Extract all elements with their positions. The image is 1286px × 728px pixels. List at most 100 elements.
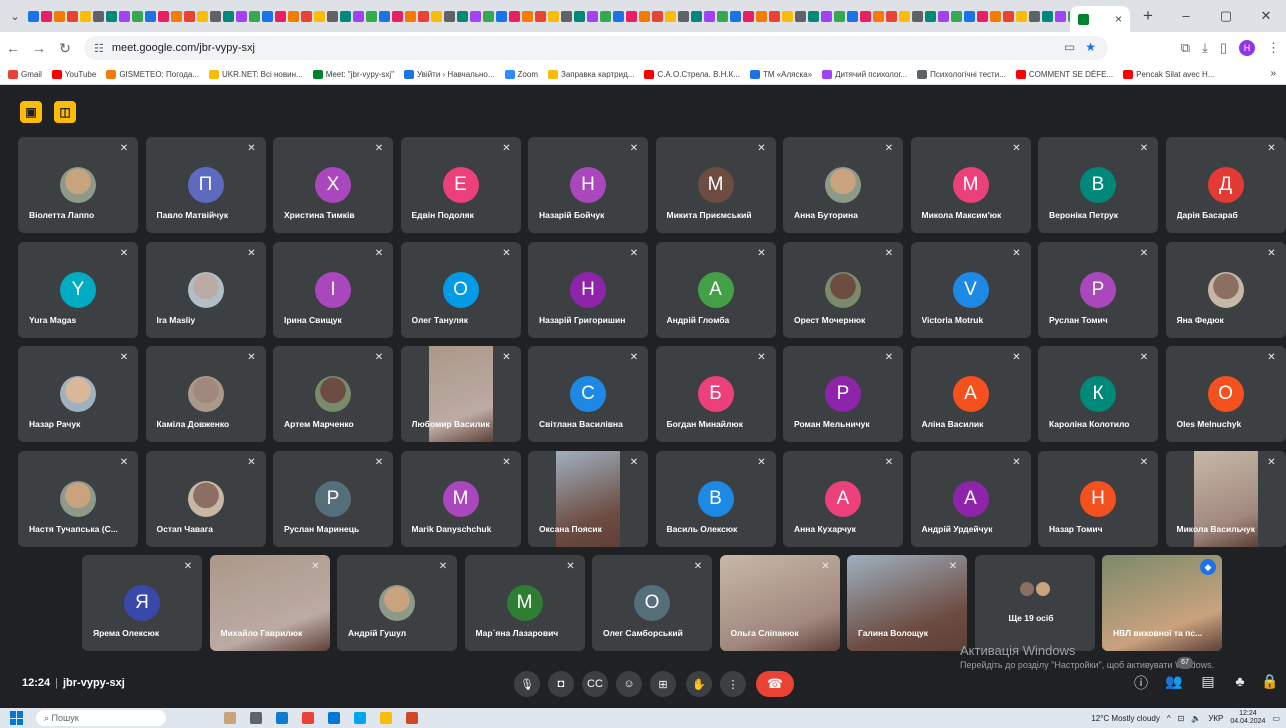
pinned-tab-favicon-icon[interactable] (54, 10, 65, 22)
pinned-tab-favicon-icon[interactable] (613, 10, 624, 22)
network-icon[interactable]: ⊡ (1178, 714, 1185, 723)
address-bar[interactable]: ☷ meet.google.com/jbr-vypy-sxj ▭ ★ (84, 36, 1108, 60)
participant-tile[interactable]: А ✕ Аліна Василик (910, 346, 1031, 442)
download-icon[interactable]: ⤓ (1202, 40, 1208, 56)
volume-icon[interactable]: 🔈 (1191, 714, 1201, 723)
taskbar-search[interactable]: ⌕ Пошук (36, 710, 166, 726)
app-icon[interactable] (328, 712, 340, 724)
participant-tile[interactable]: ✕ Ira Masliy (145, 241, 266, 338)
pinned-tab-favicon-icon[interactable] (873, 10, 884, 22)
bookmark-item[interactable]: GISMETEO: Погода... (106, 69, 199, 79)
pinned-tab-favicon-icon[interactable] (704, 10, 715, 22)
extensions-icon[interactable]: ⧉ (1181, 40, 1190, 56)
pinned-tab-favicon-icon[interactable] (67, 10, 78, 22)
active-tab[interactable]: × (1070, 6, 1130, 32)
bookmark-item[interactable]: С.А.О.Стрела. В.Н.К... (644, 69, 740, 79)
pinned-tab-favicon-icon[interactable] (496, 10, 507, 22)
pinned-tab-favicon-icon[interactable] (977, 10, 988, 22)
clock[interactable]: 12:24 04.04.2024 (1230, 710, 1265, 726)
companion-mode-icon[interactable]: ◫ (54, 101, 76, 123)
participant-tile[interactable]: ✕ Артем Марченко (273, 346, 393, 442)
pinned-tab-favicon-icon[interactable] (938, 10, 949, 22)
pinned-tab-favicon-icon[interactable] (912, 10, 923, 22)
windows-start-icon[interactable] (10, 711, 24, 725)
participant-tile[interactable]: ✕ Віолетта Лаппо (18, 137, 138, 233)
pinned-tab-favicon-icon[interactable] (262, 10, 273, 22)
pinned-tab-favicon-icon[interactable] (327, 10, 338, 22)
tray-overflow-icon[interactable]: ^ (1167, 714, 1171, 723)
participant-tile[interactable]: ✕ Оксана Поясик (528, 450, 648, 547)
more-options-button[interactable]: ⋮ (720, 671, 746, 697)
profile-avatar[interactable]: Н (1239, 40, 1255, 56)
weather-text[interactable]: 12°C Mostly cloudy (1091, 714, 1160, 723)
pinned-tab-favicon-icon[interactable] (678, 10, 689, 22)
camera-button[interactable]: ◘ (548, 671, 574, 697)
pinned-tab-favicon-icon[interactable] (301, 10, 312, 22)
participant-tile[interactable]: А ✕ Андрій Гломба (655, 241, 776, 338)
activities-icon[interactable]: ♣ (1230, 673, 1250, 689)
pinned-tab-favicon-icon[interactable] (834, 10, 845, 22)
host-controls-icon[interactable]: 🔒 (1260, 673, 1280, 690)
people-icon[interactable]: 👥 (1164, 673, 1184, 690)
pinned-tab-favicon-icon[interactable] (769, 10, 780, 22)
pinned-tab-favicon-icon[interactable] (457, 10, 468, 22)
chrome-icon[interactable] (302, 712, 314, 724)
pinned-tab-favicon-icon[interactable] (119, 10, 130, 22)
participant-tile[interactable]: ✕ Андрій Гушул (337, 555, 457, 651)
participant-tile[interactable]: Н ✕ Назарій Бойчук (528, 137, 648, 233)
pinned-tab-favicon-icon[interactable] (106, 10, 117, 22)
participant-tile[interactable]: ✕ Назар Рачук (18, 346, 138, 442)
participant-tile[interactable]: О ✕ Олег Самборський (592, 555, 712, 651)
pinned-tab-favicon-icon[interactable] (847, 10, 858, 22)
pinned-tab-favicon-icon[interactable] (145, 10, 156, 22)
pinned-tab-favicon-icon[interactable] (93, 10, 104, 22)
bookmark-item[interactable]: Gmail (8, 69, 42, 79)
pinned-tab-favicon-icon[interactable] (990, 10, 1001, 22)
pinned-tab-favicon-icon[interactable] (158, 10, 169, 22)
participant-tile[interactable]: С ✕ Світлана Василівна (528, 346, 648, 442)
bookmark-item[interactable]: Pencak Silat avec H... (1123, 69, 1214, 79)
pinned-tab-favicon-icon[interactable] (574, 10, 585, 22)
participant-tile[interactable]: ✕ Настя Тучапська (С... (18, 450, 138, 547)
pinned-tab-favicon-icon[interactable] (548, 10, 559, 22)
pinned-tab-favicon-icon[interactable] (223, 10, 234, 22)
participant-tile[interactable]: ✕ Ольга Сліпанюк (719, 555, 840, 651)
participant-tile[interactable]: ✕ Галина Волощук (847, 555, 967, 651)
store-icon[interactable] (354, 712, 366, 724)
reactions-button[interactable]: ☺ (616, 671, 642, 697)
participant-tile[interactable]: ✕ Любомир Василик (400, 346, 521, 442)
bookmark-item[interactable]: UKR.NET: Всі новин... (209, 69, 303, 79)
pinned-tab-favicon-icon[interactable] (795, 10, 806, 22)
participant-tile[interactable]: М ✕ Мар`яна Лазарович (464, 555, 585, 651)
pinned-tab-favicon-icon[interactable] (353, 10, 364, 22)
pinned-tab-favicon-icon[interactable] (314, 10, 325, 22)
pinned-tab-favicon-icon[interactable] (392, 10, 403, 22)
widget-deer-icon[interactable] (224, 712, 236, 724)
pinned-tab-favicon-icon[interactable] (925, 10, 936, 22)
bookmarks-overflow-button[interactable]: » (1270, 68, 1276, 79)
pinned-tab-favicon-icon[interactable] (275, 10, 286, 22)
participant-tile[interactable]: Я ✕ Ярема Олексюк (82, 555, 202, 651)
task-view-icon[interactable] (250, 712, 262, 724)
side-panel-icon[interactable]: ▯ (1220, 40, 1227, 56)
reload-icon[interactable]: ↻ (52, 40, 78, 57)
participant-tile[interactable]: ✕ Орест Мочернюк (783, 241, 903, 338)
pinned-tab-favicon-icon[interactable] (379, 10, 390, 22)
pinned-tab-favicon-icon[interactable] (366, 10, 377, 22)
participant-tile[interactable]: Р ✕ Роман Мельничук (783, 346, 903, 442)
bookmark-item[interactable]: Zoom (504, 69, 538, 79)
participant-tile[interactable]: Б ✕ Богдан Минайлюк (655, 346, 776, 442)
pinned-tab-favicon-icon[interactable] (171, 10, 182, 22)
bookmark-item[interactable]: Дитячий психолог... (822, 69, 907, 79)
pinned-tab-favicon-icon[interactable] (470, 10, 481, 22)
participant-tile[interactable]: O ✕ Oles Melnuchyk (1165, 346, 1286, 442)
meeting-details-icon[interactable]: ⓘ (1131, 673, 1151, 693)
pinned-tab-favicon-icon[interactable] (210, 10, 221, 22)
pinned-tab-favicon-icon[interactable] (1055, 10, 1066, 22)
pinned-tab-favicon-icon[interactable] (951, 10, 962, 22)
pinned-tab-favicon-icon[interactable] (444, 10, 455, 22)
pinned-tab-favicon-icon[interactable] (1016, 10, 1027, 22)
participant-tile[interactable]: Н ✕ Назар Томич (1038, 450, 1158, 547)
participant-tile[interactable]: Р ✕ Руслан Маринець (273, 450, 393, 547)
pinned-tab-favicon-icon[interactable] (652, 10, 663, 22)
